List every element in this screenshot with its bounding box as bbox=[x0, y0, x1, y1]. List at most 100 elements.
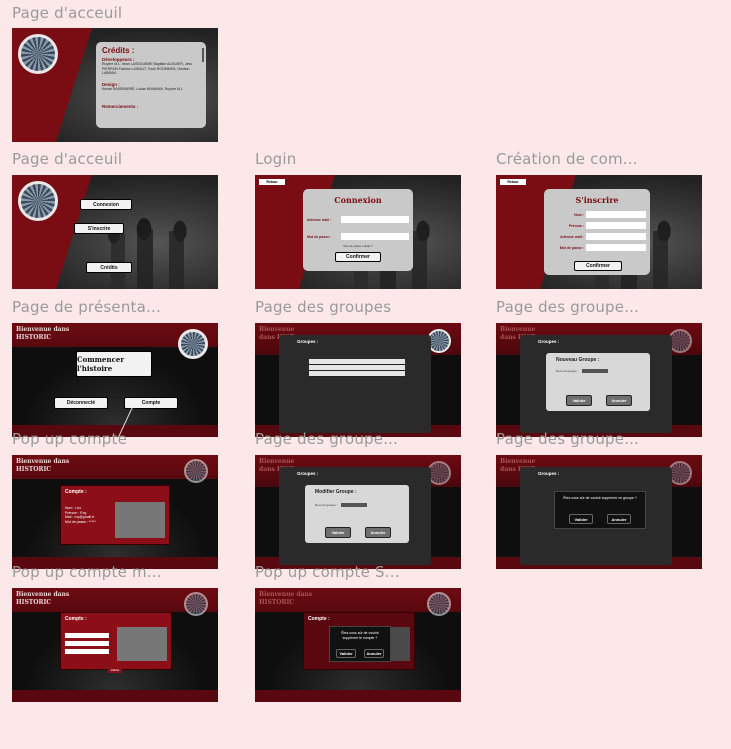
credits-button[interactable]: Crédits bbox=[86, 262, 132, 273]
section-title: Remerciements : bbox=[102, 104, 139, 109]
frame-label: Page des groupe... bbox=[496, 430, 640, 448]
groups-heading: Groupes : bbox=[538, 339, 560, 344]
cancel-button[interactable]: Annuler bbox=[607, 514, 631, 524]
frame-label: Pop up compte bbox=[12, 430, 128, 448]
validate-button[interactable]: Valider bbox=[566, 395, 592, 406]
frame-signup[interactable]: Retour S'inscrire Nom : Prénom : Adresse… bbox=[496, 175, 702, 289]
new-group-modal: Nouveau Groupe : Nom du groupe : Valider… bbox=[546, 353, 650, 411]
confirm-text: Êtes-vous sûr de vouloir supprimer le co… bbox=[341, 631, 379, 640]
group-name-field[interactable] bbox=[582, 369, 608, 373]
account-field[interactable] bbox=[65, 633, 109, 638]
frame-groups-delete[interactable]: Bienvenue dans HIST Groupes : Êtes-vous … bbox=[496, 455, 702, 569]
validate-button[interactable]: Valider bbox=[569, 514, 593, 524]
frame-label: Pop up compte S... bbox=[255, 563, 400, 581]
email-label: Adresse mail : bbox=[560, 235, 584, 239]
cancel-button[interactable]: Annuler bbox=[606, 395, 632, 406]
frame-account-delete[interactable]: Bienvenue dans HISTORIC Compte : Êtes-vo… bbox=[255, 588, 461, 702]
popup-title: Compte : bbox=[65, 489, 87, 495]
back-button[interactable]: Retour bbox=[259, 179, 285, 185]
cancel-button[interactable]: Annuler bbox=[364, 649, 384, 658]
groups-heading: Groupes : bbox=[538, 471, 560, 476]
welcome-title: Bienvenue dans HISTORIC bbox=[16, 326, 70, 341]
modal-title: Modifier Groupe : bbox=[315, 489, 357, 495]
modal-title: Nouveau Groupe : bbox=[556, 357, 600, 363]
modal-title: Connexion bbox=[334, 195, 382, 205]
prenom-field[interactable] bbox=[586, 222, 646, 229]
logo-icon bbox=[184, 592, 208, 616]
frame-groups-edit[interactable]: Bienvenue dans HIST Groupes : Modifier G… bbox=[255, 455, 461, 569]
frame-account-edit[interactable]: Bienvenue dans HISTORIC Compte : Valider bbox=[12, 588, 218, 702]
account-popup: Compte : bbox=[60, 612, 172, 670]
bottom-band bbox=[255, 690, 461, 702]
account-field[interactable] bbox=[65, 649, 109, 654]
password-label: Mot de passe : bbox=[307, 235, 332, 239]
email-label: Adresse mail : bbox=[307, 218, 331, 222]
forgot-password-link[interactable]: Mot de passe oublié ? bbox=[303, 244, 413, 248]
frame-label: Création de com... bbox=[496, 150, 638, 168]
frame-presentation[interactable]: Bienvenue dans HISTORIC Commencer l'hist… bbox=[12, 323, 218, 437]
scrollbar[interactable] bbox=[202, 48, 204, 62]
validate-button[interactable]: Valider bbox=[108, 668, 122, 673]
frame-groups[interactable]: Bienvenue dans HIST Groupes : bbox=[255, 323, 461, 437]
welcome-title: Bienvenue dans HISTORIC bbox=[16, 458, 70, 473]
account-info-box bbox=[115, 502, 165, 538]
credits-modal: Crédits : Développeurs : Ruyère M.L, Ith… bbox=[96, 42, 206, 128]
account-field[interactable] bbox=[65, 641, 109, 646]
connect-button[interactable]: Connexion bbox=[80, 199, 132, 210]
popup-title: Compte : bbox=[65, 616, 87, 622]
signup-modal: S'inscrire Nom : Prénom : Adresse mail :… bbox=[544, 189, 650, 275]
groups-table bbox=[309, 359, 405, 377]
logo-icon bbox=[18, 34, 58, 74]
groups-panel: Groupes : bbox=[279, 335, 431, 433]
login-modal: Connexion Adresse mail : Mot de passe : … bbox=[303, 189, 413, 271]
password-label: Mot de passe : bbox=[559, 246, 584, 250]
frame-label: Page des groupes bbox=[255, 298, 392, 316]
delete-account-modal: Êtes-vous sûr de vouloir supprimer le co… bbox=[329, 626, 391, 662]
prenom-label: Prénom : bbox=[568, 224, 584, 228]
frame-label: Page de présenta... bbox=[12, 298, 161, 316]
delete-confirm-modal: Êtes-vous sûr de vouloir supprimer ce gr… bbox=[554, 491, 646, 529]
table-row[interactable] bbox=[309, 371, 405, 377]
back-button[interactable]: Retour bbox=[500, 179, 526, 185]
section-text: Kevan RASEBARRÉ, Lukas MIVAMAN, Ruyère M… bbox=[102, 87, 183, 91]
frame-label: Page d'acceuil bbox=[12, 150, 123, 168]
frame-label: Pop up compte m... bbox=[12, 563, 162, 581]
popup-title: Compte : bbox=[308, 616, 330, 622]
frame-home[interactable]: Connexion S'inscrire Crédits bbox=[12, 175, 218, 289]
validate-button[interactable]: Valider bbox=[325, 527, 351, 538]
confirm-text: Êtes-vous sûr de vouloir supprimer ce gr… bbox=[563, 496, 637, 500]
section-text: Ruyère M.L, Ithan LASSOUEME Baptiste AUG… bbox=[102, 62, 193, 75]
logo-icon bbox=[18, 181, 58, 221]
frame-login[interactable]: Retour Connexion Adresse mail : Mot de p… bbox=[255, 175, 461, 289]
email-field[interactable] bbox=[586, 233, 646, 240]
email-field[interactable] bbox=[341, 216, 409, 223]
validate-button[interactable]: Valider bbox=[336, 649, 356, 658]
account-details: Nom : Leo Prénom : Ruy Mail : ruy@gmail.… bbox=[65, 506, 96, 524]
nom-field[interactable] bbox=[586, 211, 646, 218]
frame-groups-new[interactable]: Bienvenue dans HIST Groupes : Nouveau Gr… bbox=[496, 323, 702, 437]
groups-heading: Groupes : bbox=[297, 339, 319, 344]
frame-label: Page d'acceuil bbox=[12, 4, 123, 22]
account-popup: Compte : Nom : Leo Prénom : Ruy Mail : r… bbox=[60, 485, 170, 545]
welcome-title: Bienvenue dans HISTORIC bbox=[16, 591, 70, 606]
password-field[interactable] bbox=[341, 233, 409, 240]
start-story-button[interactable]: Commencer l'histoire bbox=[76, 351, 152, 377]
disconnect-button[interactable]: Déconnecté bbox=[54, 397, 108, 409]
welcome-title: Bienvenue dans HISTORIC bbox=[259, 591, 313, 606]
credits-title: Crédits : bbox=[102, 46, 135, 55]
bottom-band bbox=[12, 690, 218, 702]
logo-icon bbox=[184, 459, 208, 483]
frame-account-popup[interactable]: Bienvenue dans HISTORIC Compte : Nom : L… bbox=[12, 455, 218, 569]
frame-label: Login bbox=[255, 150, 297, 168]
frame-label: Page des groupe... bbox=[496, 298, 640, 316]
confirm-button[interactable]: Confirmer bbox=[335, 252, 381, 262]
logo-icon bbox=[178, 329, 208, 359]
confirm-button[interactable]: Confirmer bbox=[574, 261, 622, 271]
signup-button[interactable]: S'inscrire bbox=[74, 223, 124, 234]
password-field[interactable] bbox=[586, 244, 646, 251]
groups-heading: Groupes : bbox=[297, 471, 319, 476]
group-name-field[interactable] bbox=[341, 503, 367, 507]
group-name-label: Nom du groupe : bbox=[315, 503, 338, 507]
frame-home-credits[interactable]: Crédits : Développeurs : Ruyère M.L, Ith… bbox=[12, 28, 218, 142]
cancel-button[interactable]: Annuler bbox=[365, 527, 391, 538]
